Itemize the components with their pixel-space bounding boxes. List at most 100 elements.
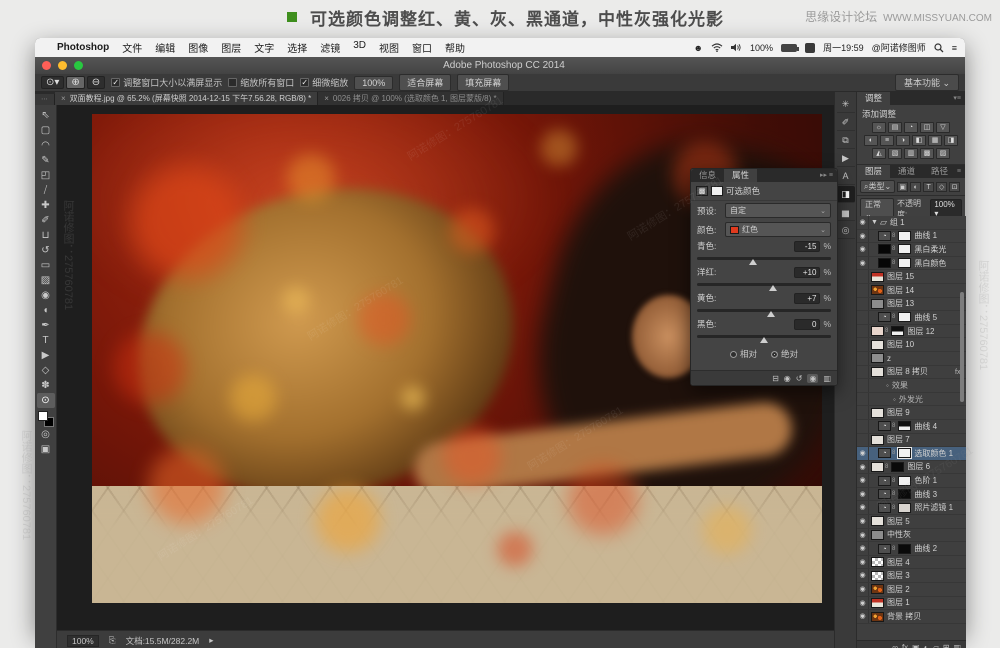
layer-row[interactable]: 图层 15 [857,270,966,284]
tab-close-icon[interactable]: × [324,94,329,103]
zoom-tool[interactable]: ⊙ [37,393,55,408]
eye-hidden-icon[interactable] [857,379,869,392]
quick-mask-icon[interactable]: ◎ [37,427,55,442]
layer-row[interactable]: ◉◔8曲线 2 [857,542,966,556]
slider-track[interactable] [697,283,831,286]
add-mask-icon[interactable]: ▣ [912,643,920,648]
slider-track[interactable] [697,309,831,312]
panel-actions-icon[interactable]: ▶ [837,150,855,167]
view-previous-state-icon[interactable]: ◉ [784,374,791,383]
reset-adjustment-icon[interactable]: ↺ [796,374,803,383]
eye-hidden-icon[interactable] [857,352,869,365]
adj-exposure-icon[interactable]: ◫ [920,122,934,133]
layer-row[interactable]: 图层 9 [857,406,966,420]
layer-row[interactable]: 图层 10 [857,338,966,352]
tab-adjustments[interactable]: 调整 [857,92,890,105]
clip-to-layer-icon[interactable]: ⊟ [772,374,779,383]
layer-thumbnail[interactable] [871,272,884,282]
layer-thumbnail[interactable] [871,299,884,309]
layer-mask-thumbnail[interactable] [898,244,911,254]
filter-shape-icon[interactable]: ◇ [936,182,947,192]
layer-thumbnail[interactable] [871,557,884,567]
adjustment-thumb-icon[interactable]: ◔ [878,489,891,499]
adj-threshold-icon[interactable]: ▥ [904,148,918,159]
healing-brush-tool[interactable]: ✚ [37,198,55,213]
layer-thumbnail[interactable] [871,367,884,377]
slider-thumb[interactable] [760,337,768,343]
eye-visible-icon[interactable]: ◉ [857,230,869,243]
panel-brush-presets-icon[interactable]: ✐ [837,114,855,131]
layer-mask-thumbnail[interactable] [898,544,911,554]
minimize-window-icon[interactable] [58,61,67,70]
layer-row[interactable]: ◉◔8曲线 1 [857,230,966,244]
layer-thumbnail[interactable] [871,408,884,418]
menu-item-4[interactable]: 文字 [254,40,274,55]
adj-vibrance-icon[interactable]: ▽ [936,122,950,133]
layer-row[interactable]: ◉◔8选取颜色 1 [857,447,966,461]
layer-thumbnail[interactable] [871,340,884,350]
layer-mask-thumbnail[interactable] [898,312,911,322]
layer-row[interactable]: 图层 13 [857,298,966,312]
eye-visible-icon[interactable]: ◉ [857,610,869,623]
eye-visible-icon[interactable]: ◉ [857,488,869,501]
dodge-tool[interactable]: ◖ [37,303,55,318]
eye-visible-icon[interactable]: ◉ [857,447,869,460]
eye-visible-icon[interactable]: ◉ [857,556,869,569]
wifi-icon[interactable] [711,43,723,52]
zoom-out-button[interactable]: ⊖ [87,76,105,89]
menu-item-0[interactable]: 文件 [122,40,142,55]
layer-row[interactable]: ◦效果 [857,379,966,393]
slider-value-input[interactable]: -15 [794,241,820,252]
document-tab-1[interactable]: ×0026 拷贝 @ 100% (选取颜色 1, 图层蒙版/8) * [318,92,503,105]
layer-row[interactable]: ◉◔8曲线 3 [857,488,966,502]
layer-mask-thumbnail[interactable] [898,489,911,499]
adj-invert-icon[interactable]: ◭ [872,148,886,159]
layer-thumbnail[interactable] [871,516,884,526]
adjustment-thumb-icon[interactable]: ◔ [878,312,891,322]
eye-visible-icon[interactable]: ◉ [857,583,869,596]
expand-triangle-icon[interactable]: ▼ [871,219,878,226]
eye-hidden-icon[interactable] [857,393,869,406]
layers-panel-menu-icon[interactable]: ≡ [957,165,965,178]
volume-icon[interactable] [731,43,742,52]
layer-row[interactable]: ◉◔8色阶 1 [857,474,966,488]
layer-thumbnail[interactable] [878,244,891,254]
eye-visible-icon[interactable]: ◉ [857,501,869,514]
layer-row[interactable]: ◉图层 3 [857,569,966,583]
eye-visible-icon[interactable]: ◉ [857,542,869,555]
user-status-icon[interactable]: ☻ [694,43,703,53]
layer-row[interactable]: ◔8曲线 5 [857,311,966,325]
new-adjustment-icon[interactable]: ◐ [924,643,929,648]
adjustment-thumb-icon[interactable]: ◔ [878,476,891,486]
layer-thumbnail[interactable] [871,612,884,622]
adj-selective-color-icon[interactable]: ▩ [920,148,934,159]
panel-histogram-icon[interactable]: ▅ [837,204,855,221]
eye-visible-icon[interactable]: ◉ [857,529,869,542]
eye-visible-icon[interactable]: ◉ [857,597,869,610]
eye-visible-icon[interactable]: ◉ [857,257,869,270]
layer-mask-thumbnail[interactable] [891,326,904,336]
layer-thumbnail[interactable] [871,435,884,445]
shape-tool[interactable]: ◇ [37,363,55,378]
menu-photoshop[interactable]: Photoshop [57,42,109,53]
panel-styles-icon[interactable]: ✳ [837,96,855,113]
delete-adjustment-icon[interactable]: ▥ [823,374,831,383]
slider-value-input[interactable]: +10 [794,267,820,278]
resize-windows-checkbox[interactable]: ✓调整窗口大小以满屏显示 [111,76,222,89]
filter-text-icon[interactable]: T [923,182,934,192]
menu-item-7[interactable]: 3D [353,40,366,55]
eye-hidden-icon[interactable] [857,284,869,297]
panel-info-icon[interactable]: ◎ [837,222,855,239]
adjustment-thumb-icon[interactable]: ◔ [878,421,891,431]
filter-pixel-icon[interactable]: ▣ [897,182,908,192]
menu-item-2[interactable]: 图像 [188,40,208,55]
menu-item-3[interactable]: 图层 [221,40,241,55]
tab-info[interactable]: 信息 [691,169,724,182]
adj-color-balance-icon[interactable]: ≡ [880,135,894,146]
layer-thumbnail[interactable] [871,584,884,594]
layer-row[interactable]: ◔8曲线 4 [857,420,966,434]
layer-row[interactable]: ◉图层 2 [857,583,966,597]
panel-menu-icon[interactable]: ▾≡ [953,92,965,105]
foreground-color-swatch[interactable] [38,411,48,421]
layer-mask-thumbnail[interactable] [898,258,911,268]
